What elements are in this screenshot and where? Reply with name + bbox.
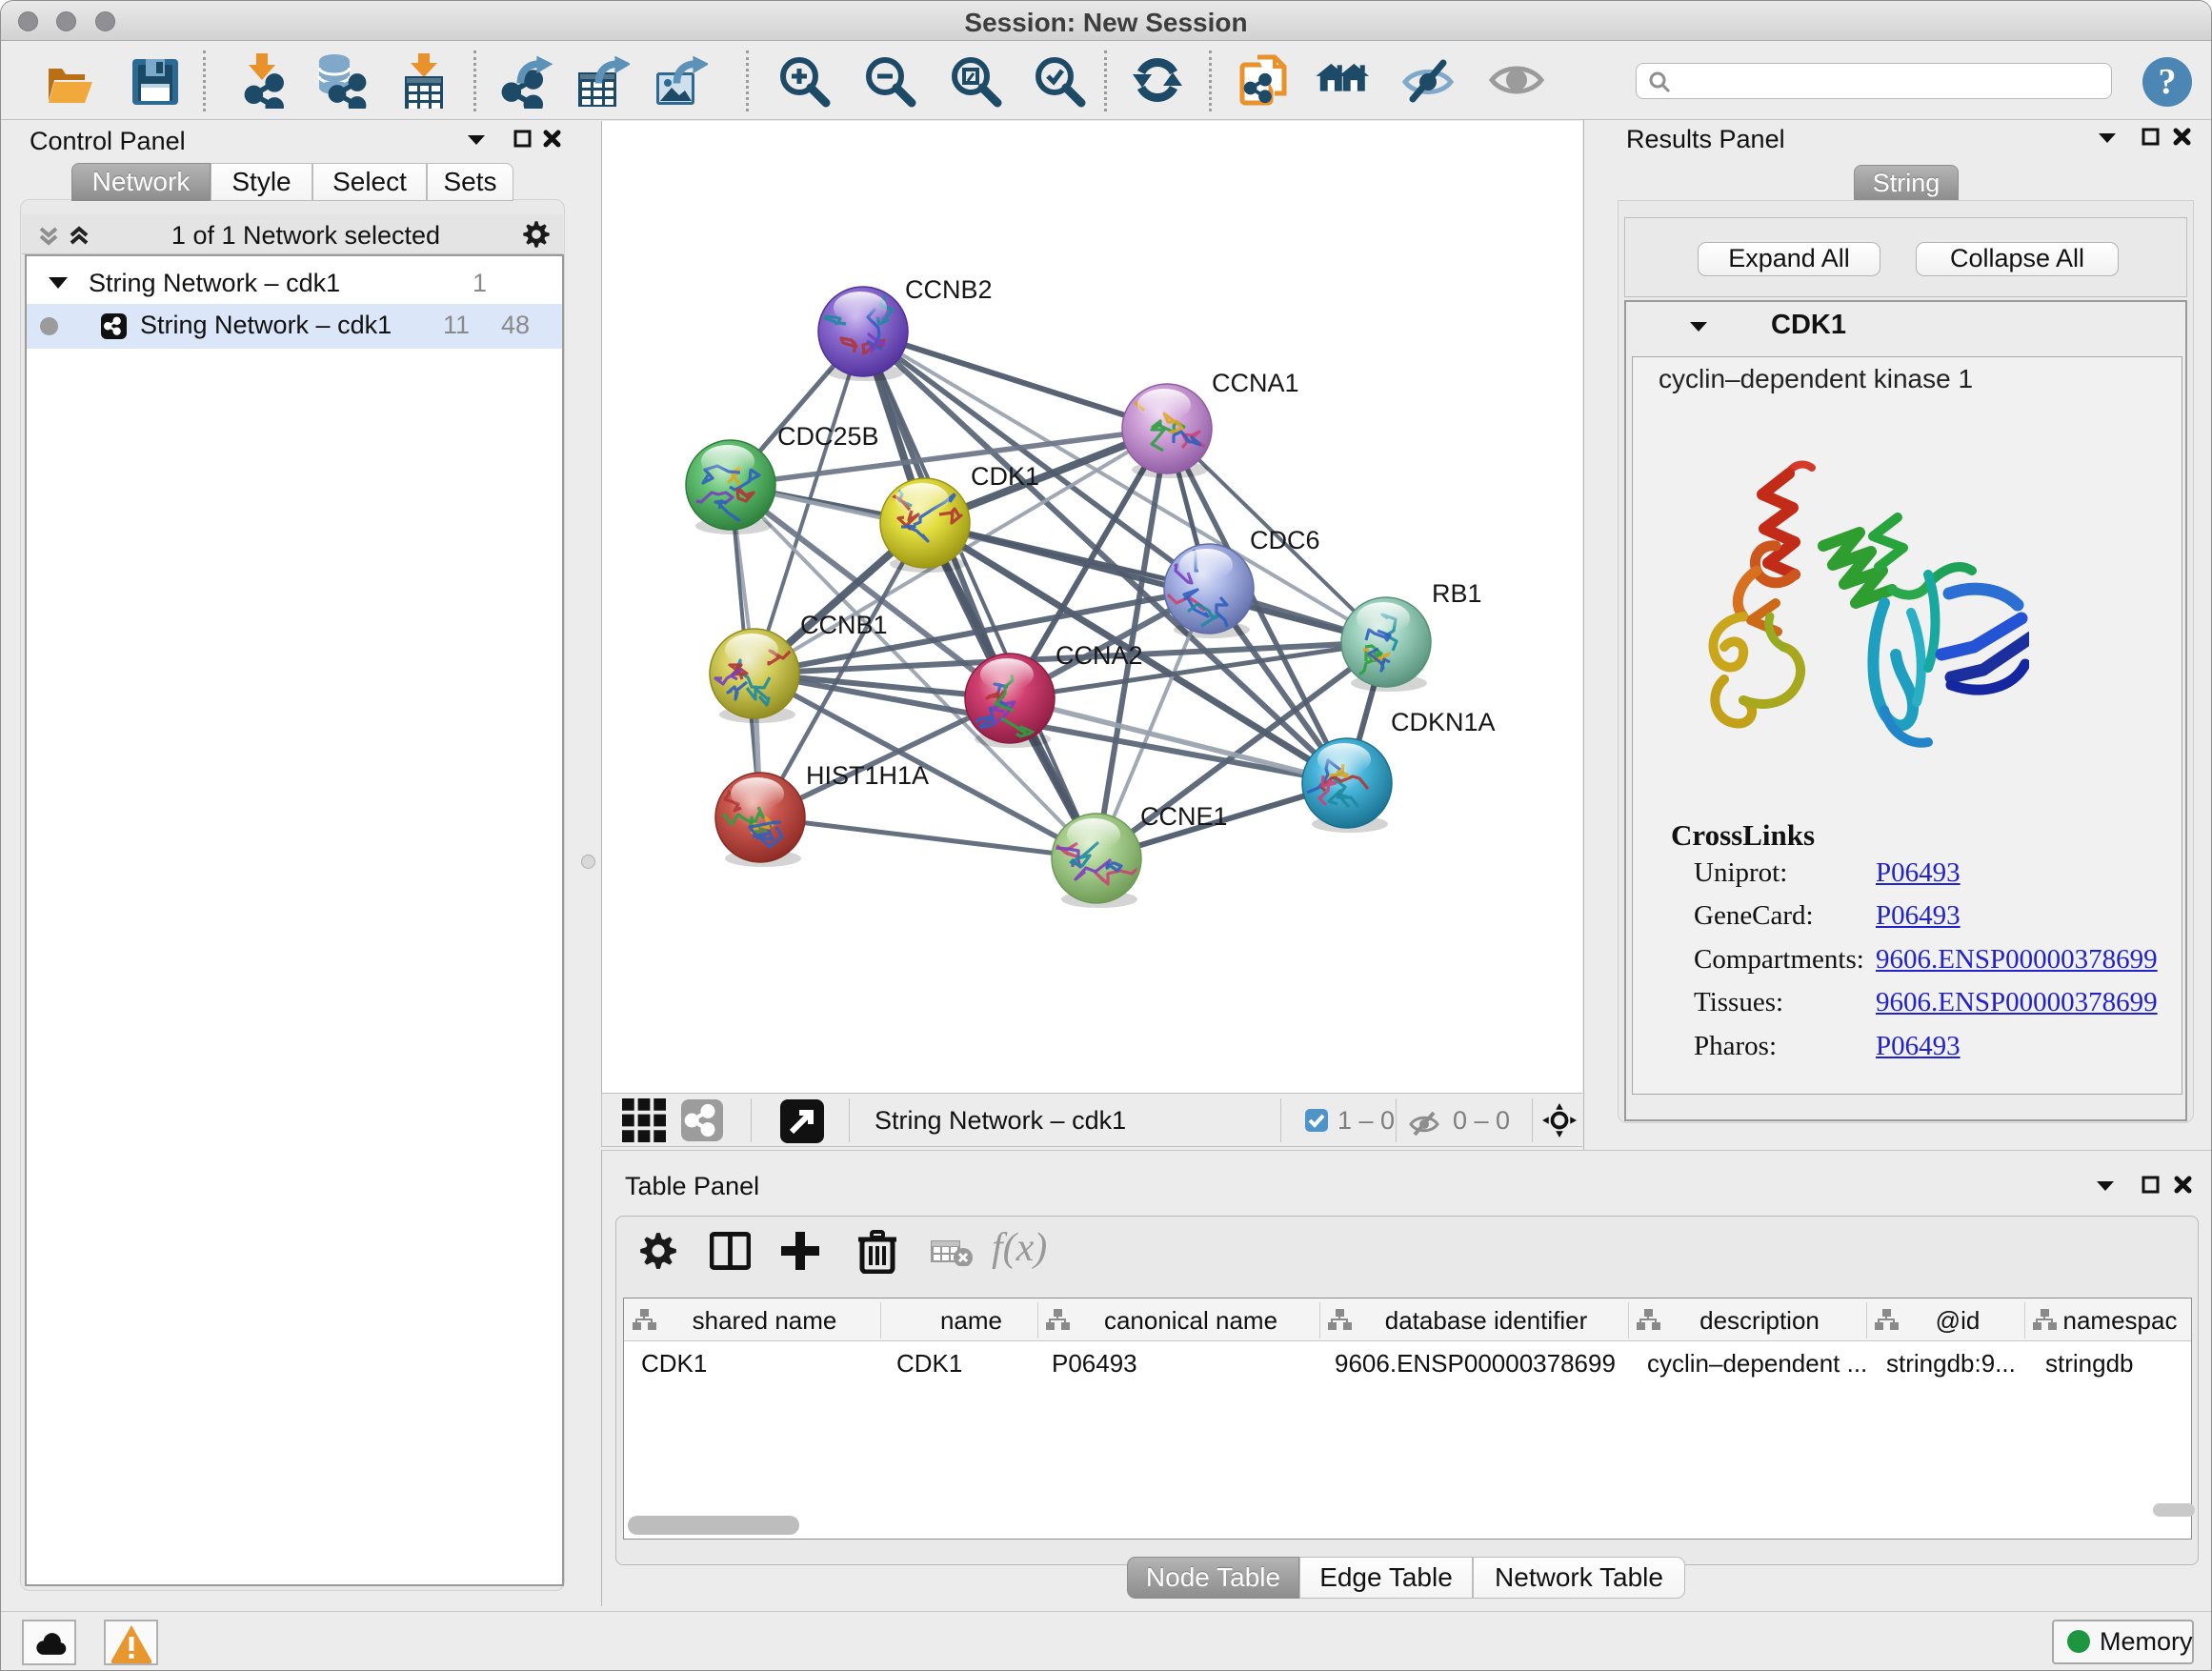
svg-text:CCNA1: CCNA1 [1212,369,1299,397]
svg-text:CCNE1: CCNE1 [1140,802,1228,831]
svg-text:CCNA2: CCNA2 [1056,641,1143,670]
svg-text:CDKN1A: CDKN1A [1391,708,1496,736]
svg-text:CCNB1: CCNB1 [800,611,888,639]
svg-text:HIST1H1A: HIST1H1A [806,761,929,790]
svg-text:CDK1: CDK1 [971,462,1039,491]
svg-text:RB1: RB1 [1432,579,1482,608]
svg-text:?: ? [2159,62,2177,102]
svg-text:CCNB2: CCNB2 [905,275,993,304]
svg-text:CDC6: CDC6 [1250,526,1320,554]
svg-text:CDC25B: CDC25B [777,422,879,451]
